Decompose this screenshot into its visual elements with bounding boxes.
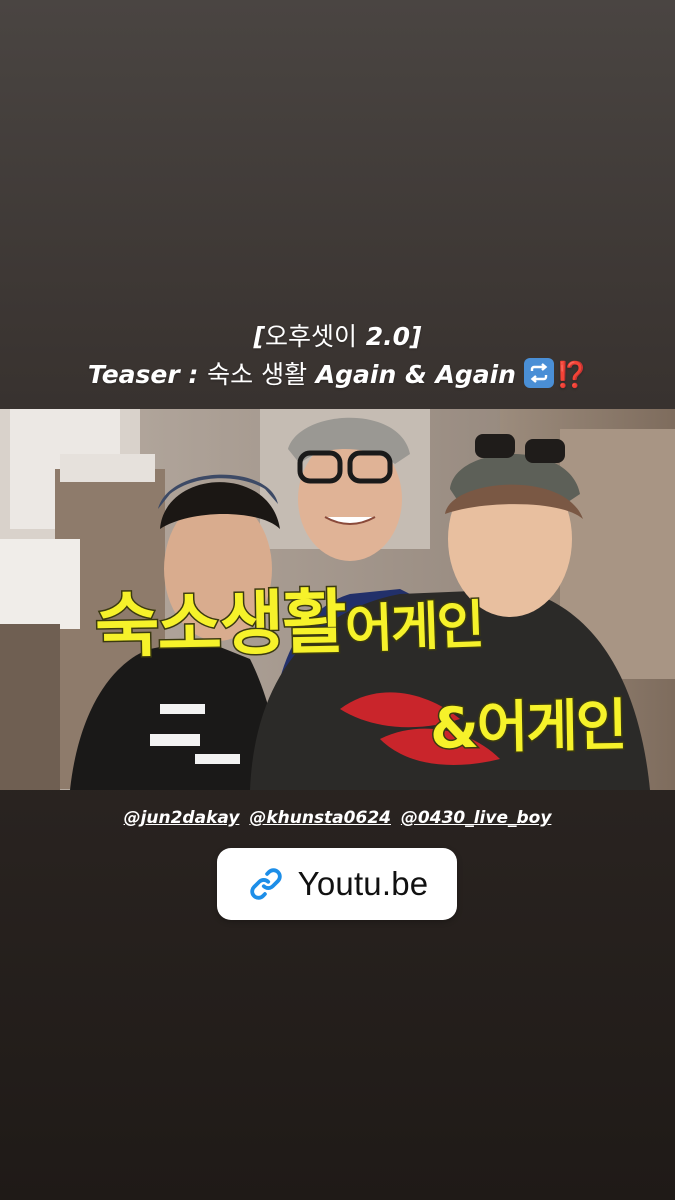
caption-line-2: Teaser : 숙소 생활 Again & Again ⁉️	[0, 356, 675, 394]
overlay-text-big: 숙소생활	[93, 580, 347, 669]
caption-bracket-open: [	[253, 322, 265, 351]
repeat-button-icon	[523, 358, 554, 388]
caption-teaser-label: Teaser :	[87, 360, 199, 389]
story-caption: [오후셋이 2.0] Teaser : 숙소 생활 Again & Again ⁉…	[0, 318, 675, 394]
caption-title-korean: 숙소 생활	[207, 360, 308, 389]
caption-line-1: [오후셋이 2.0]	[0, 318, 675, 356]
thumbnail-overlay-title-line2: &어게인	[428, 692, 628, 763]
thumbnail-overlay-title-line1: 숙소생활어게인	[93, 580, 485, 669]
caption-bracket-close: ]	[410, 322, 422, 351]
overlay-text-small: 어게인	[342, 594, 485, 662]
caption-show-name: 오후셋이	[264, 322, 357, 351]
caption-again: Again & Again	[315, 360, 516, 389]
mention-khunsta0624[interactable]: @khunsta0624	[249, 808, 391, 828]
interrobang-icon: ⁉️	[555, 360, 588, 389]
story-frame: [오후셋이 2.0] Teaser : 숙소 생활 Again & Again ⁉…	[0, 0, 675, 1200]
link-sticker-label: Youtu.be	[297, 865, 429, 902]
link-icon	[246, 864, 286, 904]
caption-version: 2.0	[365, 322, 411, 351]
link-sticker[interactable]: Youtu.be	[217, 848, 457, 920]
mention-0430-live-boy[interactable]: @0430_live_boy	[401, 808, 552, 828]
mention-jun2dakay[interactable]: @jun2dakay	[124, 808, 240, 828]
mentions-row: @jun2dakay @khunsta0624 @0430_live_boy	[0, 806, 675, 830]
